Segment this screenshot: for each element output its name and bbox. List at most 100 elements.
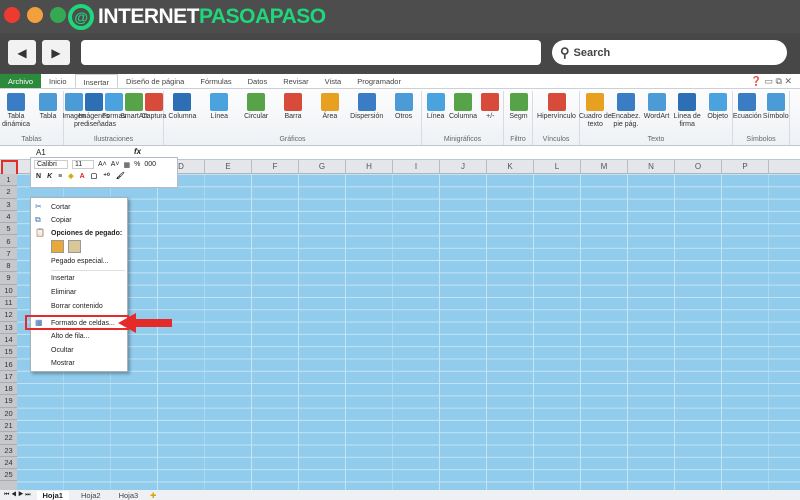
row-header[interactable]: 23 (0, 445, 17, 457)
row-header[interactable]: 14 (0, 334, 17, 347)
context-menu-item[interactable]: Mostrar (51, 358, 75, 370)
row-header[interactable]: 24 (0, 457, 17, 470)
ribbon-button[interactable]: Circular (236, 93, 276, 121)
ribbon-group-4: Filtro Segm (504, 91, 533, 145)
forward-arrow-icon: ▶ (51, 45, 61, 60)
back-button[interactable]: ◀ (8, 40, 36, 65)
row-header[interactable]: 3 (0, 199, 17, 211)
tab-4[interactable]: Fórmulas (192, 74, 239, 88)
row-header[interactable]: 17 (0, 371, 17, 384)
tab-7[interactable]: Vista (317, 74, 350, 88)
row-header[interactable]: 8 (0, 260, 17, 273)
sheet-tab[interactable]: Hoja3 (113, 491, 145, 500)
tab-6[interactable]: Revisar (275, 74, 316, 88)
format-painter-icon[interactable]: 🖌 (116, 172, 125, 180)
ribbon-button[interactable]: Barra (273, 93, 313, 121)
font-color-icon[interactable]: A (80, 173, 85, 180)
row-header[interactable]: 15 (0, 346, 17, 359)
context-menu-item[interactable]: Ocultar (51, 345, 74, 357)
borders-icon[interactable]: ▢ (91, 172, 98, 180)
grow-font-icon[interactable]: A˄ (98, 161, 107, 168)
paste-values-icon[interactable] (68, 240, 81, 253)
menu-separator (51, 270, 125, 271)
tab-8[interactable]: Programador (349, 74, 409, 88)
column-header[interactable]: P (722, 160, 769, 174)
format-icon[interactable]: ▦ (124, 161, 131, 169)
bold-icon[interactable]: N (36, 173, 41, 180)
column-header[interactable]: J (440, 160, 487, 174)
ribbon-button[interactable]: Área (310, 93, 350, 121)
font-select[interactable]: Calibri (34, 160, 68, 169)
row-header[interactable]: 18 (0, 383, 17, 396)
row-header[interactable]: 19 (0, 395, 17, 408)
row-header[interactable]: 13 (0, 322, 17, 334)
address-bar[interactable] (81, 40, 541, 65)
tab-2[interactable]: Insertar (74, 74, 118, 88)
sheet-tab[interactable]: Hoja2 (75, 491, 107, 500)
italic-icon[interactable]: K (47, 173, 52, 180)
context-menu-item[interactable]: Pegado especial... (51, 256, 109, 268)
context-menu-item[interactable]: Borrar contenido (51, 301, 103, 313)
row-header[interactable]: 1 (0, 174, 17, 187)
ribbon-button-icon (481, 93, 500, 111)
row-header[interactable]: 9 (0, 272, 17, 285)
ribbon-button[interactable]: Línea (199, 93, 239, 121)
row-header[interactable]: 5 (0, 223, 17, 236)
row-header[interactable]: 25 (0, 469, 17, 482)
new-sheet-icon[interactable]: ✚ (150, 491, 156, 500)
tab-1[interactable]: Inicio (41, 74, 75, 88)
sheet-tab[interactable]: Hoja1 (36, 490, 69, 500)
tab-0[interactable]: Archivo (0, 74, 42, 88)
paste-option-icon[interactable] (51, 240, 64, 253)
percent-icon[interactable]: % (134, 161, 140, 168)
column-header[interactable]: E (205, 160, 252, 174)
row-header[interactable]: 21 (0, 420, 17, 433)
ribbon-button[interactable]: Columna (162, 93, 202, 121)
ribbon-button[interactable]: Símbolo (756, 93, 796, 121)
row-header[interactable]: 4 (0, 211, 17, 224)
fx-icon[interactable]: fx (134, 147, 141, 156)
help-icon[interactable]: ❓ (751, 76, 762, 86)
row-header[interactable]: 6 (0, 236, 17, 248)
column-header[interactable]: F (252, 160, 299, 174)
column-header[interactable]: M (581, 160, 628, 174)
fill-color-icon[interactable]: ◈ (68, 172, 73, 180)
context-menu-item[interactable]: Insertar (51, 273, 75, 285)
row-header[interactable]: 11 (0, 297, 17, 310)
minimize-window-button[interactable] (27, 7, 43, 23)
decimal-icon[interactable]: ⁺⁰ (103, 172, 110, 180)
close-window-button[interactable] (4, 7, 20, 23)
align-center-icon[interactable]: ≡ (58, 173, 62, 180)
tab-5[interactable]: Datos (240, 74, 276, 88)
ribbon-button-label: Barra (284, 113, 302, 120)
thousands-icon[interactable]: 000 (144, 161, 156, 168)
row-header[interactable]: 22 (0, 432, 17, 445)
context-menu-item[interactable]: Eliminar (51, 287, 76, 299)
context-menu-item[interactable]: Copiar (51, 215, 72, 227)
maximize-window-button[interactable] (50, 7, 66, 23)
column-header[interactable]: N (628, 160, 675, 174)
row-header[interactable]: 10 (0, 285, 17, 297)
ribbon-button[interactable]: Hipervínculo (537, 93, 577, 121)
row-header[interactable]: 2 (0, 186, 17, 199)
font-size-select[interactable]: 11 (72, 160, 94, 169)
column-header[interactable]: K (487, 160, 534, 174)
column-header[interactable]: G (299, 160, 346, 174)
context-menu-item[interactable]: Alto de fila... (51, 331, 90, 343)
row-header[interactable]: 12 (0, 309, 17, 322)
column-header[interactable]: I (393, 160, 440, 174)
column-header[interactable]: L (534, 160, 581, 174)
context-menu-item[interactable]: Cortar (51, 202, 70, 214)
row-header[interactable]: 20 (0, 408, 17, 420)
sheet-nav-icons[interactable]: ⏮ ◀ ▶ ⏭ (4, 492, 31, 499)
column-header[interactable]: O (675, 160, 722, 174)
row-headers: 1 2 3 4 5 6 7 8 9 10 11 12 13 14 15 16 17 18 19 20 21 22 23 24 2… (0, 174, 17, 490)
row-header[interactable]: 7 (0, 248, 17, 261)
row-header[interactable]: 16 (0, 359, 17, 371)
ribbon-button[interactable]: Dispersión (347, 93, 387, 121)
shrink-font-icon[interactable]: A˅ (111, 161, 120, 168)
column-header[interactable]: H (346, 160, 393, 174)
forward-button[interactable]: ▶ (42, 40, 70, 65)
search-box[interactable]: ⚲ Search (552, 40, 787, 65)
tab-3[interactable]: Diseño de página (118, 74, 192, 88)
